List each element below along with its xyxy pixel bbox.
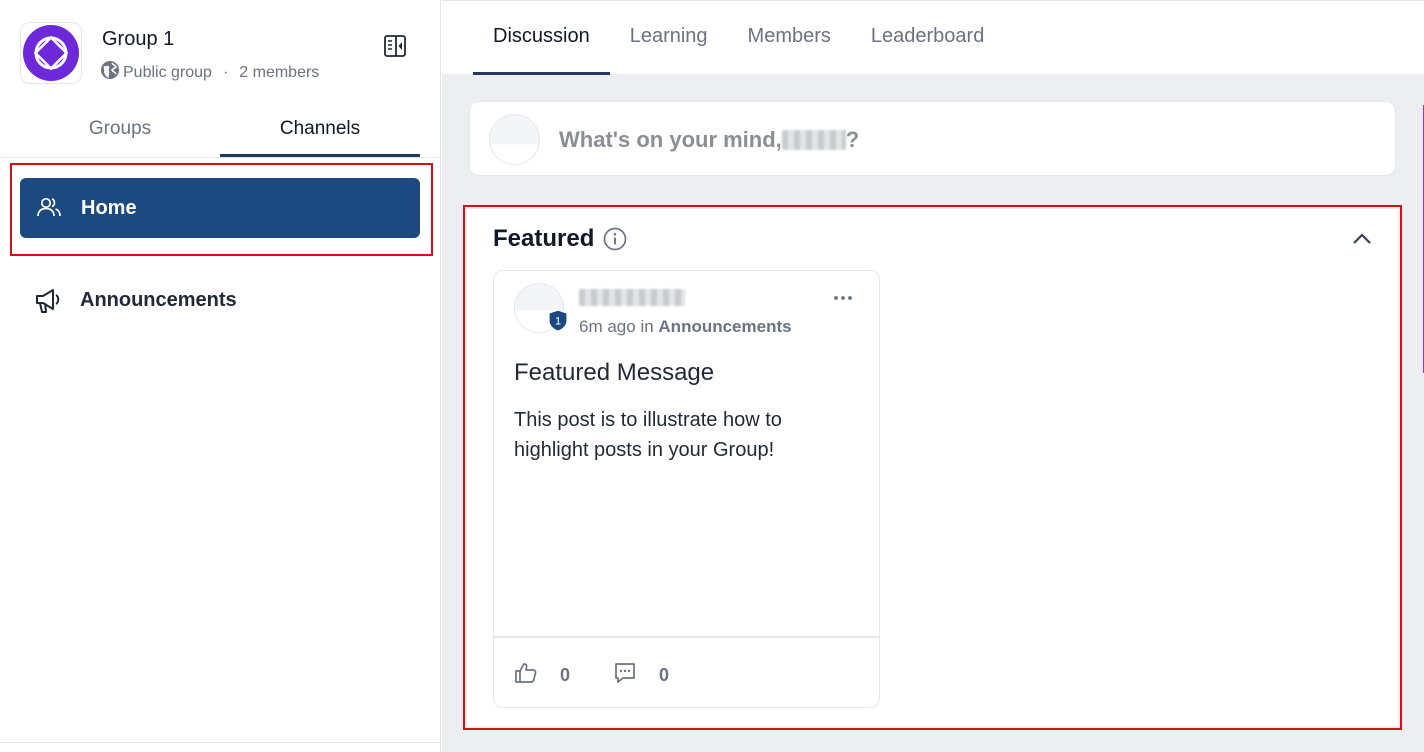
group-logo[interactable] xyxy=(20,22,82,84)
app-window: Group 1 Public group · 2 members Groups … xyxy=(0,0,1424,752)
group-name: Group 1 xyxy=(102,28,175,50)
post-channel-link[interactable]: Announcements xyxy=(658,317,791,336)
top-navigation: Discussion Learning Members Leaderboard xyxy=(442,0,1424,75)
sidebar-tabs: Groups Channels xyxy=(20,110,420,157)
channel-item-announcements[interactable]: Announcements xyxy=(20,270,420,330)
comment-count: 0 xyxy=(659,665,670,685)
composer-prompt-suffix: ? xyxy=(845,127,860,152)
users-icon xyxy=(36,195,62,221)
channel-label-home: Home xyxy=(81,196,137,219)
sidebar-toggle-icon xyxy=(383,34,407,63)
post-body: This post is to illustrate how to highli… xyxy=(514,409,782,461)
like-button[interactable]: 0 xyxy=(514,661,570,690)
channel-item-home[interactable]: Home xyxy=(20,178,420,238)
rank-badge-icon: 1 xyxy=(548,309,568,332)
featured-post-card[interactable]: 1 6m ago in Announcements Featured Messa… xyxy=(493,270,880,708)
collapse-sidebar-button[interactable] xyxy=(382,34,408,63)
sidebar-bottom-divider xyxy=(0,742,440,743)
post-footer-divider xyxy=(494,636,879,638)
featured-title: Featured xyxy=(493,225,595,252)
info-icon[interactable] xyxy=(603,227,627,251)
post-title: Featured Message xyxy=(514,359,715,386)
comment-button[interactable]: 0 xyxy=(613,661,669,690)
tab-learning[interactable]: Learning xyxy=(610,1,728,75)
featured-section: Featured 1 6m ago in Announcements Featu… xyxy=(467,209,1398,726)
group-logo-icon xyxy=(23,25,79,81)
post-meta: 6m ago in Announcements xyxy=(579,317,792,337)
post-composer[interactable]: What's on your mind, ? xyxy=(469,101,1396,176)
main-tabs: Discussion Learning Members Leaderboard xyxy=(473,1,1004,75)
meta-separator: · xyxy=(222,63,229,81)
group-meta: Public group · 2 members xyxy=(100,60,319,85)
avatar xyxy=(489,114,540,165)
tab-members[interactable]: Members xyxy=(728,1,851,75)
composer-prompt-text: What's on your mind, xyxy=(559,127,782,152)
sidebar-divider xyxy=(0,157,440,158)
like-count: 0 xyxy=(560,665,571,685)
tab-channels[interactable]: Channels xyxy=(220,110,420,157)
redacted-author-name[interactable] xyxy=(579,289,685,306)
tab-groups[interactable]: Groups xyxy=(20,110,220,157)
main-content: Discussion Learning Members Leaderboard … xyxy=(442,0,1424,752)
composer-prompt: What's on your mind, ? xyxy=(559,127,859,153)
comment-icon xyxy=(613,661,637,690)
post-meta-in: in xyxy=(640,317,654,336)
redacted-user-name xyxy=(781,130,846,150)
chevron-up-icon[interactable] xyxy=(1350,227,1374,251)
group-members-count: 2 members xyxy=(239,63,320,81)
group-privacy: Public group xyxy=(123,63,212,81)
megaphone-icon xyxy=(33,285,63,315)
globe-icon xyxy=(100,60,120,85)
tab-discussion[interactable]: Discussion xyxy=(473,1,610,75)
more-options-icon[interactable] xyxy=(832,291,854,305)
sidebar: Group 1 Public group · 2 members Groups … xyxy=(0,0,441,752)
thumbs-up-icon xyxy=(514,661,538,690)
tab-leaderboard[interactable]: Leaderboard xyxy=(851,1,1004,75)
post-time: 6m ago xyxy=(579,317,636,336)
group-header: Group 1 Public group · 2 members xyxy=(20,22,420,86)
channel-label-announcements: Announcements xyxy=(80,288,237,311)
rank-number: 1 xyxy=(555,316,561,328)
